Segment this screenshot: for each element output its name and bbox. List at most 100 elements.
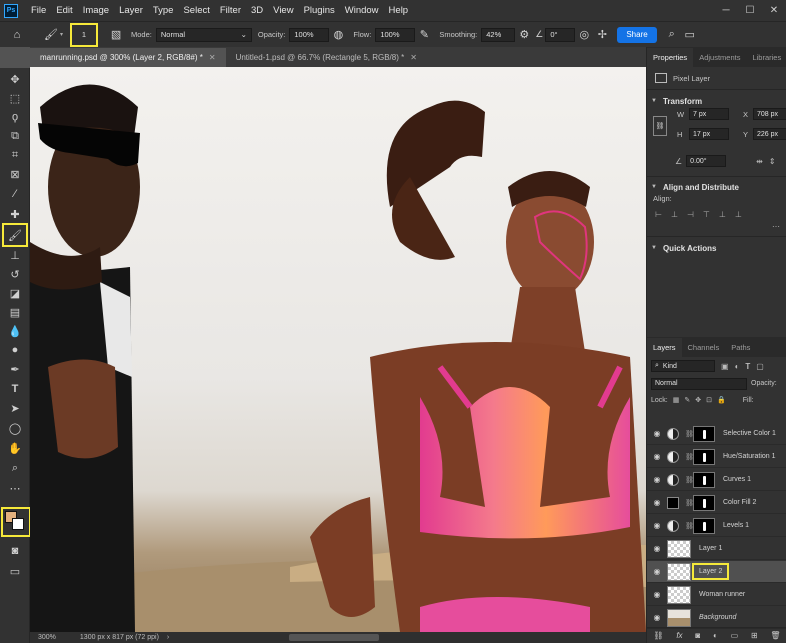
layer-mask-thumbnail[interactable] [693,448,715,465]
opacity-field[interactable]: 100% [289,27,330,42]
lock-artboard-icon[interactable]: ⊡ [706,396,712,404]
layer-mask-thumbnail[interactable] [693,471,715,488]
menu-edit[interactable]: Edit [51,5,77,16]
gear-icon[interactable]: ⚙ [515,26,533,44]
align-bottom-icon[interactable]: ⊥ [735,210,742,219]
lock-transparent-icon[interactable]: ▦ [673,396,680,404]
align-section[interactable]: ▼ Align and Distribute [647,180,786,194]
align-vcenter-icon[interactable]: ⊥ [719,210,726,219]
eye-icon[interactable]: ◉ [647,567,667,576]
layer-background[interactable]: ◉ Background [647,607,786,629]
flow-field[interactable]: 100% [375,27,416,42]
menu-file[interactable]: File [26,5,51,16]
tab-properties[interactable]: Properties [647,48,694,67]
blur-tool-icon[interactable]: 💧 [5,322,25,340]
layer-levels-1[interactable]: ◉ ⛓ Levels 1 [647,515,786,537]
pressure-opacity-icon[interactable]: ◍ [329,26,347,44]
minimize-icon[interactable]: ─ [714,0,738,21]
layer-style-icon[interactable]: fx [676,631,682,640]
tab-untitled-1[interactable]: Untitled-1.psd @ 66.7% (Rectangle 5, RGB… [225,48,427,67]
chevron-down-icon[interactable]: ▾ [60,31,63,38]
menu-help[interactable]: Help [384,5,414,16]
width-field[interactable]: 7 px [689,108,729,120]
filter-pixel-icon[interactable]: ▣ [721,362,729,371]
hand-tool-icon[interactable]: ✋ [5,439,25,457]
transform-section[interactable]: ▼ Transform [647,94,786,108]
workspace-icon[interactable]: ▭ [681,26,699,44]
filter-shape-icon[interactable]: ▢ [756,362,764,371]
marquee-tool-icon[interactable]: ⬚ [5,89,25,107]
type-tool-icon[interactable]: T [5,380,25,398]
mode-dropdown[interactable]: Normal ⌄ [155,27,252,42]
x-field[interactable]: 708 px [753,108,786,120]
eye-icon[interactable]: ◉ [647,544,667,553]
menu-layer[interactable]: Layer [114,5,148,16]
zoom-tool-icon[interactable]: ⌕ [5,459,25,477]
chevron-right-icon[interactable]: › [167,634,169,641]
menu-select[interactable]: Select [178,5,214,16]
angle-field[interactable]: 0° [545,27,576,42]
link-dimensions-icon[interactable]: ⛓ [653,116,667,136]
layer-color-fill-2[interactable]: ◉ ⛓ Color Fill 2 [647,492,786,514]
lasso-tool-icon[interactable]: ϙ [5,108,25,126]
crop-tool-icon[interactable]: ⌗ [5,146,25,164]
clone-stamp-tool-icon[interactable]: ⊥ [5,246,25,264]
layer-hue-saturation-1[interactable]: ◉ ⛓ Hue/Saturation 1 [647,446,786,468]
menu-window[interactable]: Window [340,5,384,16]
tab-adjustments[interactable]: Adjustments [693,48,746,67]
smoothing-field[interactable]: 42% [481,27,516,42]
brush-preset-icon[interactable]: 🖌 [42,26,60,44]
eye-icon[interactable]: ◉ [647,613,667,622]
pen-tool-icon[interactable]: ✒ [5,360,25,378]
delete-layer-icon[interactable]: 🗑 [770,631,780,640]
eye-icon[interactable]: ◉ [647,498,667,507]
close-icon[interactable]: ✕ [410,53,417,62]
add-mask-icon[interactable]: ◙ [695,631,700,640]
share-button[interactable]: Share [617,26,657,43]
menu-3d[interactable]: 3D [246,5,268,16]
tab-paths[interactable]: Paths [725,338,756,357]
zoom-level[interactable]: 300% [38,634,56,641]
eye-icon[interactable]: ◉ [647,590,667,599]
dodge-tool-icon[interactable]: ● [5,341,25,359]
height-field[interactable]: 17 px [689,128,729,140]
eye-icon[interactable]: ◉ [647,521,667,530]
quick-actions-section[interactable]: ▼ Quick Actions [647,241,786,255]
tab-libraries[interactable]: Libraries [746,48,786,67]
tab-manrunning[interactable]: manrunning.psd @ 300% (Layer 2, RGB/8#) … [30,48,226,67]
menu-image[interactable]: Image [78,5,114,16]
ellipse-tool-icon[interactable]: ◯ [5,419,25,437]
background-color-swatch[interactable] [12,518,24,530]
blend-mode-dropdown[interactable]: Normal [651,377,747,390]
lock-position-icon[interactable]: ✥ [695,396,701,404]
flip-vertical-icon[interactable]: ⇕ [769,157,776,166]
eye-icon[interactable]: ◉ [647,475,667,484]
layer-woman-runner[interactable]: ◉ Woman runner [647,584,786,606]
y-field[interactable]: 226 px [753,128,786,140]
menu-filter[interactable]: Filter [215,5,246,16]
document-canvas[interactable] [30,67,646,632]
rotation-field[interactable]: 0.00° [686,155,727,167]
layer-mask-thumbnail[interactable] [693,494,715,511]
align-hcenter-icon[interactable]: ⊥ [671,210,678,219]
lock-pixels-icon[interactable]: ✎ [684,396,690,404]
kind-filter-dropdown[interactable]: ⌕ Kind [651,360,715,372]
search-icon[interactable]: ⌕ [663,26,681,44]
brush-size-picker[interactable]: 1 [70,22,99,47]
pressure-size-icon[interactable]: ◎ [575,26,593,44]
brush-settings-icon[interactable]: ▧ [107,26,125,44]
maximize-icon[interactable]: ☐ [738,0,762,21]
new-adjustment-icon[interactable]: ◐ [713,631,718,640]
eraser-tool-icon[interactable]: ◪ [5,284,25,302]
align-left-icon[interactable]: ⊢ [655,210,662,219]
brush-tool-icon[interactable]: 🖌 [2,223,28,247]
close-icon[interactable]: ✕ [762,0,786,21]
menu-type[interactable]: Type [148,5,179,16]
more-tools-icon[interactable]: ⋯ [5,479,25,497]
align-right-icon[interactable]: ⊣ [687,210,694,219]
more-options-icon[interactable]: ⋯ [647,222,786,232]
color-fill-swatch[interactable] [667,496,679,509]
new-group-icon[interactable]: ▭ [731,631,739,640]
flip-horizontal-icon[interactable]: ⇹ [756,157,763,166]
link-layers-icon[interactable]: ⛓ [653,631,663,640]
